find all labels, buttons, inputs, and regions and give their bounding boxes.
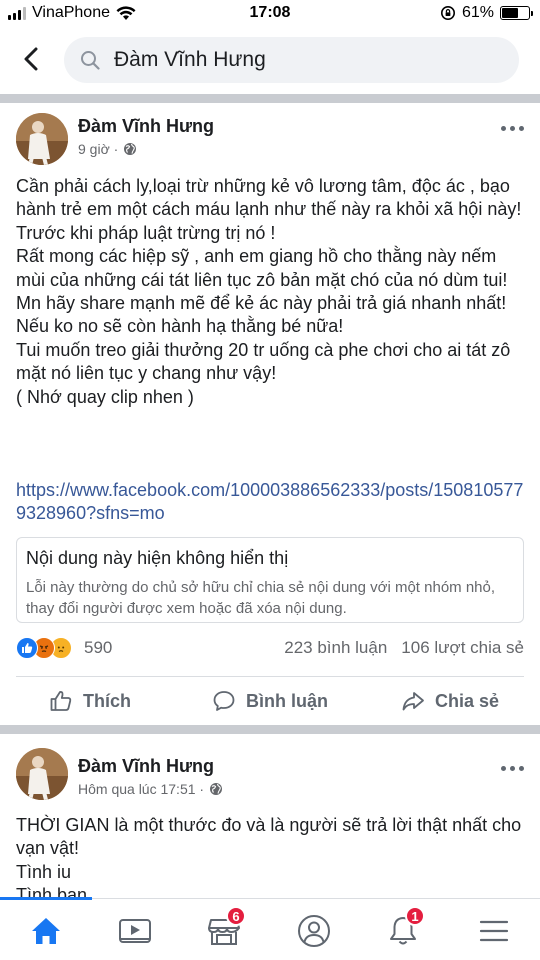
more-options-icon[interactable] <box>501 126 524 131</box>
like-label: Thích <box>83 690 131 711</box>
battery-icon <box>500 6 533 20</box>
nav-marketplace[interactable]: 6 <box>202 906 246 953</box>
bottom-navigation: 6 1 <box>0 897 540 960</box>
post-paragraph: Cần phải cách ly,loại trừ những kẻ vô lư… <box>16 176 522 220</box>
unavailable-title: Nội dung này hiện không hiển thị <box>26 548 289 568</box>
globe-icon <box>124 143 137 155</box>
post-paragraph: Tình bạn <box>16 885 88 898</box>
post-paragraph: ( Nhớ quay clip nhen ) <box>16 386 194 407</box>
post-stats: 223 bình luận 106 lượt chia sẻ <box>284 638 524 658</box>
post-paragraph: Tui muốn treo giải thưởng 20 tr uống cà … <box>16 339 511 384</box>
nav-profile[interactable] <box>292 909 336 953</box>
reaction-count[interactable]: 590 <box>84 638 112 658</box>
orientation-lock-icon <box>440 6 455 20</box>
search-icon <box>80 50 100 70</box>
share-count[interactable]: 106 lượt chia sẻ <box>401 638 524 658</box>
battery-level <box>502 8 518 18</box>
share-label: Chia sẻ <box>434 690 500 711</box>
post-text: Cần phải cách ly,loại trừ những kẻ vô lư… <box>16 175 524 409</box>
nav-home[interactable] <box>24 909 68 953</box>
post-text: THỜI GIAN là một thước đo và là người sẽ… <box>16 814 524 898</box>
post-paragraph: Rất mong các hiệp sỹ , anh em giang hồ c… <box>16 246 508 290</box>
post-meta: 9 giờ · <box>78 141 137 157</box>
more-options-icon[interactable] <box>501 766 524 771</box>
post-author[interactable]: Đàm Vĩnh Hưng <box>78 756 214 777</box>
share-icon <box>402 692 424 711</box>
active-tab-indicator <box>0 897 92 900</box>
nav-menu[interactable] <box>472 909 516 953</box>
search-input[interactable]: Đàm Vĩnh Hưng <box>64 37 519 83</box>
avatar-photo <box>16 113 68 165</box>
video-icon <box>119 919 151 943</box>
notifications-badge: 1 <box>405 906 425 926</box>
post-card: Đàm Vĩnh Hưng Hôm qua lúc 17:51 · THỜI G… <box>0 734 540 898</box>
post-author[interactable]: Đàm Vĩnh Hưng <box>78 116 214 137</box>
avatar[interactable] <box>16 748 68 800</box>
post-card: Đàm Vĩnh Hưng 9 giờ · Cần phải cách ly,l… <box>0 103 540 725</box>
post-link-block: https://www.facebook.com/100003886562333… <box>16 479 524 526</box>
post-time: Hôm qua lúc 17:51 · <box>78 781 205 797</box>
chevron-left-icon <box>24 47 38 71</box>
avatar[interactable] <box>16 113 68 165</box>
comment-button[interactable]: Bình luận <box>180 681 360 721</box>
unavailable-description: Lỗi này thường do chủ sở hữu chỉ chia sẻ… <box>26 579 496 617</box>
actions-divider <box>16 676 524 677</box>
search-header: Đàm Vĩnh Hưng <box>0 28 540 94</box>
post-actions: Thích Bình luận Chia sẻ <box>0 681 540 721</box>
nav-notifications[interactable]: 1 <box>381 906 425 953</box>
post-paragraph: Tình iu <box>16 861 72 882</box>
like-icon <box>50 691 72 711</box>
profile-icon <box>298 915 330 947</box>
search-query: Đàm Vĩnh Hưng <box>114 48 266 71</box>
home-icon <box>32 918 60 944</box>
status-right: 61% <box>440 4 533 22</box>
reaction-icons[interactable] <box>16 637 72 659</box>
post-paragraph: Trước khi pháp luật trừng trị nó ! <box>16 222 276 243</box>
post-paragraph: Mn hãy share mạnh mẽ để kẻ ác này phải t… <box>16 293 507 337</box>
comment-count[interactable]: 223 bình luận <box>284 638 387 658</box>
post-meta: Hôm qua lúc 17:51 · <box>78 781 223 797</box>
post-time: 9 giờ · <box>78 141 119 157</box>
share-button[interactable]: Chia sẻ <box>360 681 540 721</box>
menu-icon <box>479 920 509 942</box>
like-reaction-icon <box>16 637 38 659</box>
comment-icon <box>213 691 235 711</box>
unavailable-content-card: Nội dung này hiện không hiển thị Lỗi này… <box>16 537 524 623</box>
post-link[interactable]: https://www.facebook.com/100003886562333… <box>16 479 524 526</box>
feed-divider <box>0 725 540 734</box>
like-button[interactable]: Thích <box>0 681 180 721</box>
battery-percent: 61% <box>461 4 494 21</box>
comment-label: Bình luận <box>246 690 328 711</box>
feed-divider <box>0 94 540 103</box>
status-bar: VinaPhone 17:08 61% <box>0 0 540 28</box>
avatar-photo <box>16 748 68 800</box>
globe-icon <box>210 783 223 795</box>
marketplace-badge: 6 <box>226 906 246 926</box>
reactions-row: 590 223 bình luận 106 lượt chia sẻ <box>16 637 524 661</box>
post-paragraph: THỜI GIAN là một thước đo và là người sẽ… <box>16 815 522 859</box>
nav-watch[interactable] <box>113 909 157 953</box>
back-button[interactable] <box>14 42 48 76</box>
